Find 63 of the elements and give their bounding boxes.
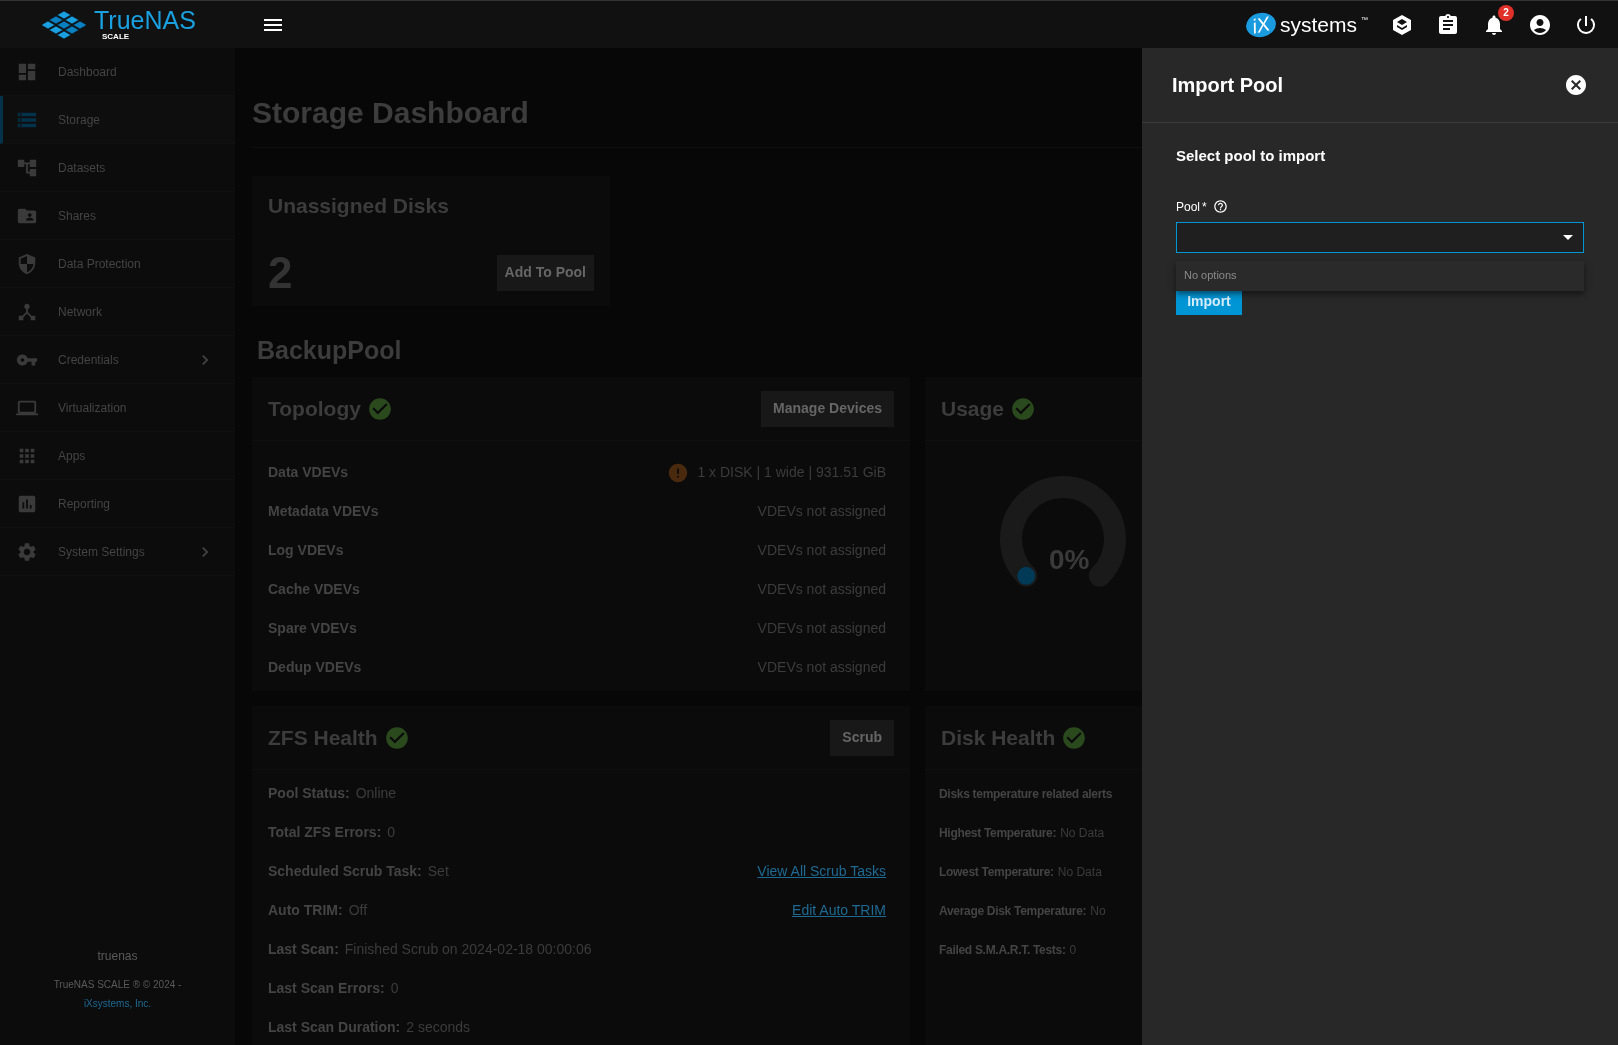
vdev-label: Dedup VDEVs [268,658,362,677]
field-label: Lowest Temperature: [939,863,1054,881]
field-label: Last Scan Duration: [268,1018,401,1037]
notification-badge: 2 [1498,4,1514,21]
sidebar-item[interactable]: Apps [0,432,235,480]
vdev-label: Data VDEVs [268,463,349,482]
text-link[interactable]: Edit Auto TRIM [792,900,886,921]
settings-icon [16,540,38,563]
logo-subtext: SCALE [102,33,131,41]
logo-icon [42,10,86,39]
field-label: Last Scan: [268,940,339,959]
vdev-label: Spare VDEVs [268,619,357,638]
account-icon[interactable] [1528,12,1552,37]
hostname: truenas [97,948,138,965]
field-label: Scheduled Scrub Task: [268,862,422,881]
sidebar-label: System Settings [58,543,145,561]
vdev-label: Log VDEVs [268,541,344,560]
vdev-label: Metadata VDEVs [268,502,379,521]
scrub-button[interactable]: Scrub [830,719,894,756]
field-label: Disks temperature related alerts [939,785,1113,803]
field-label: Pool Status: [268,784,350,803]
sidebar-label: Shares [58,207,97,225]
sidebar-item[interactable]: Virtualization [0,384,235,432]
logo-text: TrueNAS [94,8,196,33]
field-label: Failed S.M.A.R.T. Tests: [939,941,1066,959]
dropdown-caret-icon [1563,234,1573,240]
add-to-pool-button[interactable]: Add To Pool [496,254,594,291]
form-heading: Select pool to import [1176,146,1327,166]
field-label: Average Disk Temperature: [939,902,1087,920]
required-mark: * [1202,198,1207,216]
sidebar-item[interactable]: Data Protection [0,240,235,288]
sidebar-label: Network [58,303,102,321]
sidebar-label: Data Protection [58,255,141,273]
sidebar-label: Virtualization [58,399,127,417]
field-label: Auto TRIM: [268,901,343,920]
sidebar-label: Credentials [58,351,119,369]
brand-text: systems [1280,11,1357,38]
shield-icon [16,252,38,275]
field-label: Highest Temperature: [939,824,1057,842]
help-icon [1212,199,1228,214]
vdev-label: Cache VDEVs [268,580,360,599]
company-link[interactable]: iXsystems, Inc. [83,996,152,1011]
sidebar-label: Apps [58,447,86,465]
warning-icon [667,461,690,484]
sidebar-item[interactable]: Shares [0,192,235,240]
cube-icon[interactable] [1390,12,1414,37]
sidebar-item[interactable]: Network [0,288,235,336]
close-icon[interactable] [1564,73,1588,97]
sidebar-label: Datasets [58,159,106,177]
pool-select[interactable] [1176,221,1584,253]
field-label: Last Scan Errors: [268,979,385,998]
sidebar-item[interactable]: System Settings [0,528,235,576]
manage-devices-button[interactable]: Manage Devices [761,390,894,427]
sidebar-label: Reporting [58,495,111,513]
clipboard-icon[interactable] [1436,12,1460,37]
field-label: Pool [1176,198,1201,216]
sidebar-label: Dashboard [58,63,117,81]
sidebar-item[interactable]: Datasets [0,144,235,192]
field-label: Total ZFS Errors: [268,823,382,842]
sidebar-item[interactable]: Reporting [0,480,235,528]
copyright-text: TrueNAS SCALE ® © 2024 - [53,978,182,992]
text-link[interactable]: View All Scrub Tasks [757,861,886,882]
sidebar-item[interactable]: Credentials [0,336,235,384]
